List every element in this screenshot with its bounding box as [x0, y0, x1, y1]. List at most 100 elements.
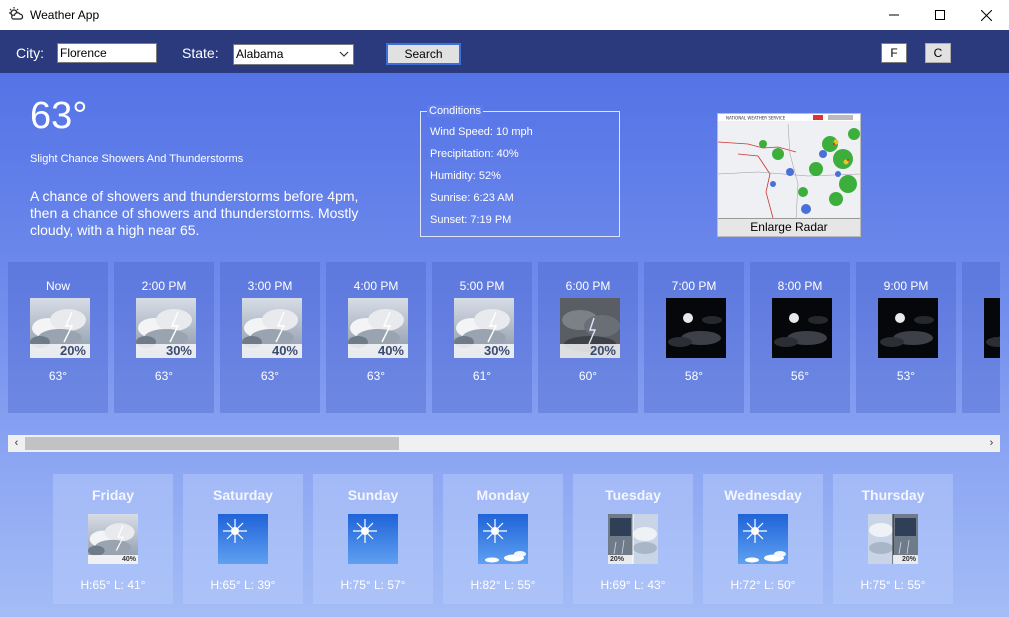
hourly-temp: 60° — [578, 369, 598, 383]
hourly-card: 4:00 PM 40% 63° — [326, 262, 426, 413]
high-low-temp: H:75° L: 57° — [340, 578, 406, 592]
day-name: Saturday — [213, 487, 273, 503]
hourly-card: 9:00 PM 53° — [856, 262, 956, 413]
hourly-card: 6:00 PM 20% 60° — [538, 262, 638, 413]
scroll-left-arrow-icon[interactable]: ‹ — [8, 435, 25, 452]
hourly-temp: 63° — [154, 369, 174, 383]
weather-app-icon — [9, 7, 24, 20]
humidity: Humidity: 52% — [430, 170, 501, 182]
precip-chance: 20% — [30, 344, 90, 358]
thunderstorm-icon: 30% — [454, 298, 514, 358]
hourly-temp: 56° — [790, 369, 810, 383]
hourly-time: 7:00 PM — [671, 279, 717, 293]
day-name: Sunday — [347, 487, 399, 503]
radar-map-image: NATIONAL WEATHER SERVICE — [718, 114, 860, 219]
hourly-time: 9:00 PM — [883, 279, 929, 293]
scroll-right-arrow-icon[interactable]: › — [983, 435, 1000, 452]
hourly-temp: 61° — [472, 369, 492, 383]
hourly-card: 8:00 PM 56° — [750, 262, 850, 413]
hourly-temp: 63° — [260, 369, 280, 383]
hourly-forecast-strip[interactable]: Now 20% 63° 2:00 PM 30% 63° 3:00 PM 40% 63° 4:… — [8, 262, 1000, 415]
scroll-thumb[interactable] — [25, 437, 399, 450]
search-bar: City: State: Alabama Search F C — [0, 30, 1009, 73]
thunderstorm-icon: 40% — [88, 514, 138, 564]
hourly-scrollbar[interactable]: ‹ › — [8, 435, 1000, 452]
high-low-temp: H:65° L: 41° — [80, 578, 146, 592]
hourly-temp: 63° — [48, 369, 68, 383]
state-select[interactable]: Alabama — [233, 44, 354, 65]
cloudy-night-icon — [878, 298, 938, 358]
daily-card: Wednesday H:72° L: 50° — [703, 474, 823, 604]
daily-card: Monday H:82° L: 55° — [443, 474, 563, 604]
cloudy-night-icon — [666, 298, 726, 358]
conditions-box: Conditions Wind Speed: 10 mph Precipitat… — [420, 105, 620, 237]
sunny-icon — [218, 514, 268, 564]
search-button[interactable]: Search — [386, 43, 461, 65]
hourly-time: 8:00 PM — [777, 279, 823, 293]
day-name: Monday — [476, 487, 530, 503]
minimize-button[interactable] — [871, 0, 917, 30]
hourly-time: Now — [45, 279, 70, 293]
city-label: City: — [16, 45, 44, 61]
hourly-time: 3:00 PM — [247, 279, 293, 293]
thunderstorm-icon: 20% — [560, 298, 620, 358]
thunderstorm-icon: 30% — [136, 298, 196, 358]
rain-then-cloudy-icon: 20% — [608, 514, 658, 564]
fahrenheit-button[interactable]: F — [881, 43, 907, 63]
precip-chance: 40% — [88, 555, 138, 564]
city-input[interactable] — [57, 43, 157, 63]
short-forecast: Slight Chance Showers And Thunderstorms — [30, 153, 244, 165]
high-low-temp: H:69° L: 43° — [600, 578, 666, 592]
high-low-temp: H:65° L: 39° — [210, 578, 276, 592]
high-low-temp: H:75° L: 55° — [860, 578, 926, 592]
state-select-value: Alabama — [236, 47, 284, 61]
hourly-card: Now 20% 63° — [8, 262, 108, 413]
hourly-card: 7:00 PM 58° — [644, 262, 744, 413]
hourly-time: 2:00 PM — [141, 279, 187, 293]
daily-card: Saturday H:65° L: 39° — [183, 474, 303, 604]
state-label: State: — [182, 45, 219, 61]
window-title: Weather App — [30, 8, 100, 22]
precip-chance: 40% — [242, 344, 302, 358]
daily-card: Thursday 20% H:75° L: 55° — [833, 474, 953, 604]
day-name: Friday — [91, 487, 134, 503]
enlarge-radar-button[interactable]: Enlarge Radar — [718, 218, 860, 236]
hourly-temp: 58° — [684, 369, 704, 383]
hourly-card: 3:00 PM 40% 63° — [220, 262, 320, 413]
sunny-few-clouds-icon — [738, 514, 788, 564]
sunset: Sunset: 7:19 PM — [430, 214, 512, 226]
precip-chance: 20% — [560, 344, 620, 358]
day-name: Thursday — [861, 487, 925, 503]
daily-card: Sunday H:75° L: 57° — [313, 474, 433, 604]
hourly-time: 5:00 PM — [459, 279, 505, 293]
precipitation: Precipitation: 40% — [430, 148, 519, 160]
precip-chance: 40% — [348, 344, 408, 358]
celsius-button[interactable]: C — [925, 43, 951, 63]
cloudy-night-icon — [984, 298, 1000, 358]
precip-chance: 20% — [893, 555, 918, 564]
precip-chance: 30% — [454, 344, 514, 358]
cloudy-then-rain-icon: 20% — [868, 514, 918, 564]
thunderstorm-icon: 40% — [242, 298, 302, 358]
hourly-temp: 63° — [366, 369, 386, 383]
sunrise: Sunrise: 6:23 AM — [430, 192, 514, 204]
close-button[interactable] — [963, 0, 1009, 30]
sunny-few-clouds-icon — [478, 514, 528, 564]
daily-card: Tuesday 20% H:69° L: 43° — [573, 474, 693, 604]
radar-panel: NATIONAL WEATHER SERVICE Enlarge Radar — [717, 113, 861, 237]
wind-speed: Wind Speed: 10 mph — [430, 126, 533, 138]
maximize-button[interactable] — [917, 0, 963, 30]
day-name: Wednesday — [724, 487, 802, 503]
minimize-icon — [889, 14, 899, 16]
close-icon — [980, 9, 992, 21]
cloudy-night-icon — [772, 298, 832, 358]
hourly-card: 2:00 PM 30% 63° — [114, 262, 214, 413]
current-temperature: 63° — [30, 95, 88, 137]
title-bar: Weather App — [0, 0, 1009, 30]
high-low-temp: H:72° L: 50° — [730, 578, 796, 592]
radar-header-text: NATIONAL WEATHER SERVICE — [726, 116, 786, 121]
day-name: Tuesday — [605, 487, 661, 503]
hourly-time: 4:00 PM — [353, 279, 399, 293]
chevron-down-icon — [339, 51, 349, 57]
thunderstorm-icon: 40% — [348, 298, 408, 358]
